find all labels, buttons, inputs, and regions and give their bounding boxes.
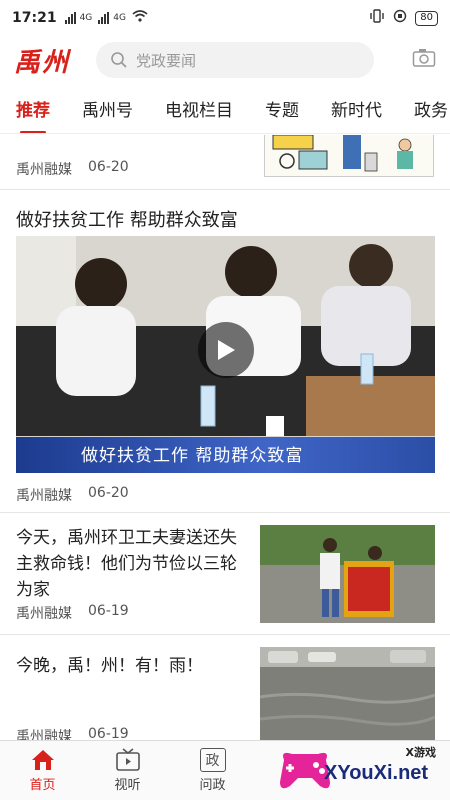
app-logo: 禹州 [14,47,71,78]
politics-icon-text: 政 [205,753,220,769]
vibrate-icon [369,9,385,27]
nav-audio-video-label: 视听 [114,778,141,793]
news-title: 做好扶贫工作 帮助群众致富 [16,210,238,231]
camera-icon[interactable] [412,48,436,72]
watermark-top-text: X游戏 [405,746,436,759]
list-item[interactable]: 今晚，禹！州！有！雨！ 禹州融媒 06-19 [0,635,450,740]
tv-icon [115,748,140,771]
nav-audio-video[interactable]: 视听 [85,741,170,800]
news-source: 禹州融媒 [16,488,72,504]
search-placeholder: 党政要闻 [136,51,197,70]
list-item[interactable]: 做好扶贫工作 帮助群众致富 做好扶贫工作 帮助群众致富 禹州融媒 06-20 [0,190,450,513]
app-header: 禹州 党政要闻 [0,36,450,84]
signal-icon [98,12,110,24]
play-icon [218,340,235,360]
video-player[interactable]: 做好扶贫工作 帮助群众致富 [16,236,435,473]
tab-government[interactable]: 政务 [414,88,448,133]
watermark-text: XYouXi.net [324,762,429,784]
news-date: 06-20 [88,159,129,175]
news-date: 06-19 [88,726,129,740]
news-feed: 禹州融媒 06-20 做好扶贫工作 帮助群众致富 做好扶贫工作 帮助群众致富 禹… [0,135,450,740]
news-thumbnail [260,647,435,740]
status-time: 17:21 [12,10,57,26]
news-source: 禹州融媒 [16,162,72,178]
item-meta: 禹州融媒 06-20 [16,485,129,505]
status-bar: 17:21 4G 4G 80 [0,0,450,36]
search-input[interactable]: 党政要闻 [96,42,374,78]
item-meta: 禹州融媒 06-19 [16,726,129,740]
news-title: 今天，禹州环卫工夫妻送还失主救命钱！他们为节俭以三轮为家 [16,528,237,600]
signal-label-1: 4G [79,13,93,23]
nav-home-label: 首页 [29,778,56,793]
play-button[interactable] [198,322,254,378]
tab-recommend[interactable]: 推荐 [16,88,50,133]
battery-indicator: 80 [415,10,438,26]
signal-label-2: 4G [113,13,126,23]
channel-tabs: 推荐 禹州号 电视栏目 专题 新时代 政务 [0,88,450,134]
watermark: X游戏 XYouXi.net [276,742,450,800]
home-icon [31,750,54,770]
tab-tv-programs[interactable]: 电视栏目 [165,88,233,133]
news-source: 禹州融媒 [16,606,72,622]
nav-home[interactable]: 首页 [0,741,85,800]
search-icon [111,52,127,68]
news-date: 06-20 [88,485,129,501]
video-caption: 做好扶贫工作 帮助群众致富 [81,446,304,466]
nav-politics-label: 问政 [199,778,226,793]
tab-yuzhou-hao[interactable]: 禹州号 [82,88,133,133]
news-thumbnail [260,525,435,623]
list-item[interactable]: 今天，禹州环卫工夫妻送还失主救命钱！他们为节俭以三轮为家 禹州融媒 06-19 [0,513,450,635]
alarm-icon [393,9,407,27]
item-meta: 禹州融媒 06-19 [16,603,129,623]
signal-icon [64,12,76,24]
news-thumbnail [264,135,434,177]
tab-new-era[interactable]: 新时代 [331,88,382,133]
news-date: 06-19 [88,603,129,619]
wifi-icon [132,10,148,26]
list-item[interactable]: 禹州融媒 06-20 [0,135,450,190]
item-meta: 禹州融媒 06-20 [16,159,129,179]
news-source: 禹州融媒 [16,729,72,740]
politics-icon: 政 [199,748,226,772]
news-title: 今晚，禹！州！有！雨！ [16,656,203,676]
nav-politics[interactable]: 政 问政 [170,741,255,800]
tab-topics[interactable]: 专题 [265,88,299,133]
